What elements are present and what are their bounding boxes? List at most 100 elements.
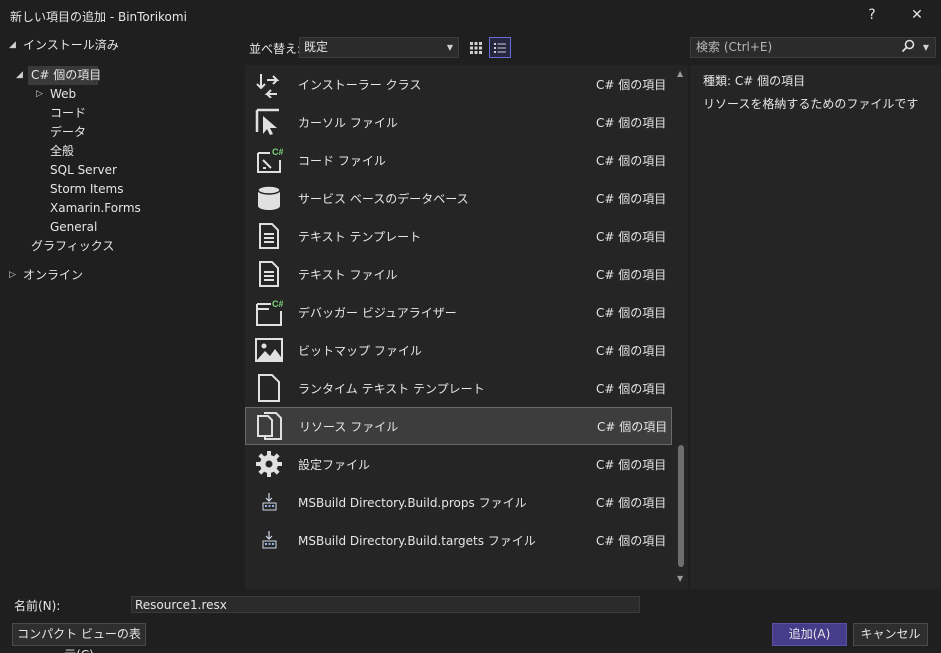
item-name: サービス ベースのデータベース bbox=[298, 192, 469, 206]
list-item[interactable]: サービス ベースのデータベース C# 個の項目 bbox=[245, 179, 672, 217]
template-list: インストーラー クラス C# 個の項目 カーソル ファイル C# 個の項目 C#… bbox=[245, 65, 688, 589]
item-name: コード ファイル bbox=[298, 154, 386, 168]
list-item[interactable]: インストーラー クラス C# 個の項目 bbox=[245, 65, 672, 103]
item-language: C# 個の項目 bbox=[596, 116, 667, 130]
item-name: テキスト ファイル bbox=[298, 268, 398, 282]
tree-item-label: Web bbox=[50, 87, 77, 101]
close-button[interactable]: ✕ bbox=[902, 3, 932, 27]
tree-item-storm-items[interactable]: Storm Items bbox=[50, 180, 123, 199]
item-language: C# 個の項目 bbox=[596, 306, 667, 320]
scrollbar-thumb[interactable] bbox=[678, 445, 684, 567]
grid-view-button[interactable] bbox=[465, 37, 487, 58]
collapsed-arrow-icon[interactable]: ▷ bbox=[36, 85, 43, 104]
list-item[interactable]: ビットマップ ファイル C# 個の項目 bbox=[245, 331, 672, 369]
cancel-button[interactable]: キャンセル bbox=[853, 623, 928, 646]
tree-item-online[interactable]: ▷ オンライン bbox=[9, 266, 84, 285]
sort-value: 既定 bbox=[304, 40, 329, 54]
tree-item-data[interactable]: データ bbox=[50, 123, 86, 142]
name-input[interactable] bbox=[131, 596, 640, 613]
item-name: MSBuild Directory.Build.props ファイル bbox=[298, 496, 527, 510]
item-language: C# 個の項目 bbox=[596, 458, 667, 472]
item-language: C# 個の項目 bbox=[596, 534, 667, 548]
help-icon: ? bbox=[868, 7, 876, 23]
close-icon: ✕ bbox=[911, 7, 923, 23]
scroll-up-icon[interactable]: ▲ bbox=[677, 69, 683, 78]
tree-item-general[interactable]: General bbox=[50, 218, 97, 237]
list-item[interactable]: C# デバッガー ビジュアライザー C# 個の項目 bbox=[245, 293, 672, 331]
sort-dropdown[interactable]: 既定 ▼ bbox=[299, 37, 459, 58]
item-description: リソースを格納するためのファイルです bbox=[703, 97, 919, 111]
item-language: C# 個の項目 bbox=[596, 496, 667, 510]
help-button[interactable]: ? bbox=[857, 3, 887, 27]
msbuild-icon bbox=[255, 526, 283, 554]
tree-item-code[interactable]: コード bbox=[50, 104, 86, 123]
tree-item-label: Xamarin.Forms bbox=[50, 201, 141, 215]
item-language: C# 個の項目 bbox=[596, 154, 667, 168]
list-view-button[interactable] bbox=[489, 37, 511, 58]
cursor-file-icon bbox=[255, 108, 283, 136]
grid-view-icon bbox=[470, 41, 482, 54]
item-name: カーソル ファイル bbox=[298, 116, 398, 130]
name-label: 名前(N): bbox=[14, 599, 61, 613]
tree-item-label: コード bbox=[50, 106, 87, 120]
tree-item-installed[interactable]: ◢ インストール済み bbox=[9, 36, 119, 55]
item-name: 設定ファイル bbox=[298, 458, 371, 472]
tree-item-label: SQL Server bbox=[50, 163, 117, 177]
svg-text:C#: C# bbox=[272, 147, 283, 157]
list-item[interactable]: テキスト テンプレート C# 個の項目 bbox=[245, 217, 672, 255]
item-name: ビットマップ ファイル bbox=[298, 344, 422, 358]
blank-file-icon bbox=[255, 374, 283, 402]
collapsed-arrow-icon[interactable]: ▷ bbox=[9, 266, 16, 285]
item-name: ランタイム テキスト テンプレート bbox=[298, 382, 485, 396]
expanded-arrow-icon[interactable]: ◢ bbox=[16, 66, 23, 85]
list-item[interactable]: 設定ファイル C# 個の項目 bbox=[245, 445, 672, 483]
kind-value: C# 個の項目 bbox=[734, 74, 806, 88]
item-language: C# 個の項目 bbox=[596, 230, 667, 244]
list-item[interactable]: MSBuild Directory.Build.targets ファイル C# … bbox=[245, 521, 672, 559]
tree-item-label: C# 個の項目 bbox=[31, 68, 102, 82]
list-item[interactable]: テキスト ファイル C# 個の項目 bbox=[245, 255, 672, 293]
title-bar: 新しい項目の追加 - BinTorikomi ? ✕ bbox=[0, 0, 941, 31]
item-language: C# 個の項目 bbox=[596, 268, 667, 282]
list-item[interactable]: カーソル ファイル C# 個の項目 bbox=[245, 103, 672, 141]
tree-item-label: Storm Items bbox=[50, 182, 124, 196]
bitmap-file-icon bbox=[255, 336, 283, 364]
search-input[interactable]: 検索 (Ctrl+E) ▼ bbox=[690, 37, 936, 58]
tree-item-xamarin-forms[interactable]: Xamarin.Forms bbox=[50, 199, 141, 218]
tree-item-csharp[interactable]: ◢ C# 個の項目 bbox=[16, 66, 102, 85]
debugger-visualizer-icon: C# bbox=[255, 298, 283, 326]
add-button[interactable]: 追加(A) bbox=[772, 623, 847, 646]
settings-gear-icon bbox=[255, 450, 283, 478]
scroll-down-icon[interactable]: ▼ bbox=[677, 574, 683, 583]
tree-item-graphics[interactable]: グラフィックス bbox=[31, 237, 114, 256]
list-item-selected[interactable]: リソース ファイル C# 個の項目 bbox=[245, 407, 672, 445]
expanded-arrow-icon[interactable]: ◢ bbox=[9, 36, 16, 55]
list-scrollbar[interactable]: ▲ ▼ bbox=[674, 65, 688, 589]
list-item[interactable]: ランタイム テキスト テンプレート C# 個の項目 bbox=[245, 369, 672, 407]
installer-class-icon bbox=[255, 70, 283, 98]
details-panel: 種類: C# 個の項目 リソースを格納するためのファイルです bbox=[690, 65, 941, 589]
text-file-icon bbox=[255, 260, 283, 288]
code-file-icon: C# bbox=[255, 146, 283, 174]
tree-item-label: 全般 bbox=[50, 144, 75, 158]
tree-item-label: グラフィックス bbox=[31, 239, 115, 253]
item-language: C# 個の項目 bbox=[596, 78, 667, 92]
tree-item-sql-server[interactable]: SQL Server bbox=[50, 161, 117, 180]
item-name: テキスト テンプレート bbox=[298, 230, 422, 244]
database-icon bbox=[255, 184, 283, 212]
search-icon[interactable] bbox=[901, 39, 915, 55]
item-kind: 種類: C# 個の項目 bbox=[703, 72, 805, 89]
tree-item-all[interactable]: 全般 bbox=[50, 142, 74, 161]
search-placeholder: 検索 (Ctrl+E) bbox=[696, 40, 773, 54]
kind-label: 種類: bbox=[703, 74, 732, 88]
chevron-down-icon[interactable]: ▼ bbox=[923, 38, 929, 57]
item-name: MSBuild Directory.Build.targets ファイル bbox=[298, 534, 536, 548]
compact-view-button[interactable]: コンパクト ビューの表示(C) bbox=[12, 623, 146, 653]
svg-text:C#: C# bbox=[272, 299, 283, 309]
sort-label: 並べ替え: bbox=[249, 42, 302, 56]
list-item[interactable]: C# コード ファイル C# 個の項目 bbox=[245, 141, 672, 179]
tree-item-label: General bbox=[50, 220, 98, 234]
tree-item-label: オンライン bbox=[23, 268, 84, 282]
tree-item-web[interactable]: ▷ Web bbox=[36, 85, 77, 104]
list-item[interactable]: MSBuild Directory.Build.props ファイル C# 個の… bbox=[245, 483, 672, 521]
